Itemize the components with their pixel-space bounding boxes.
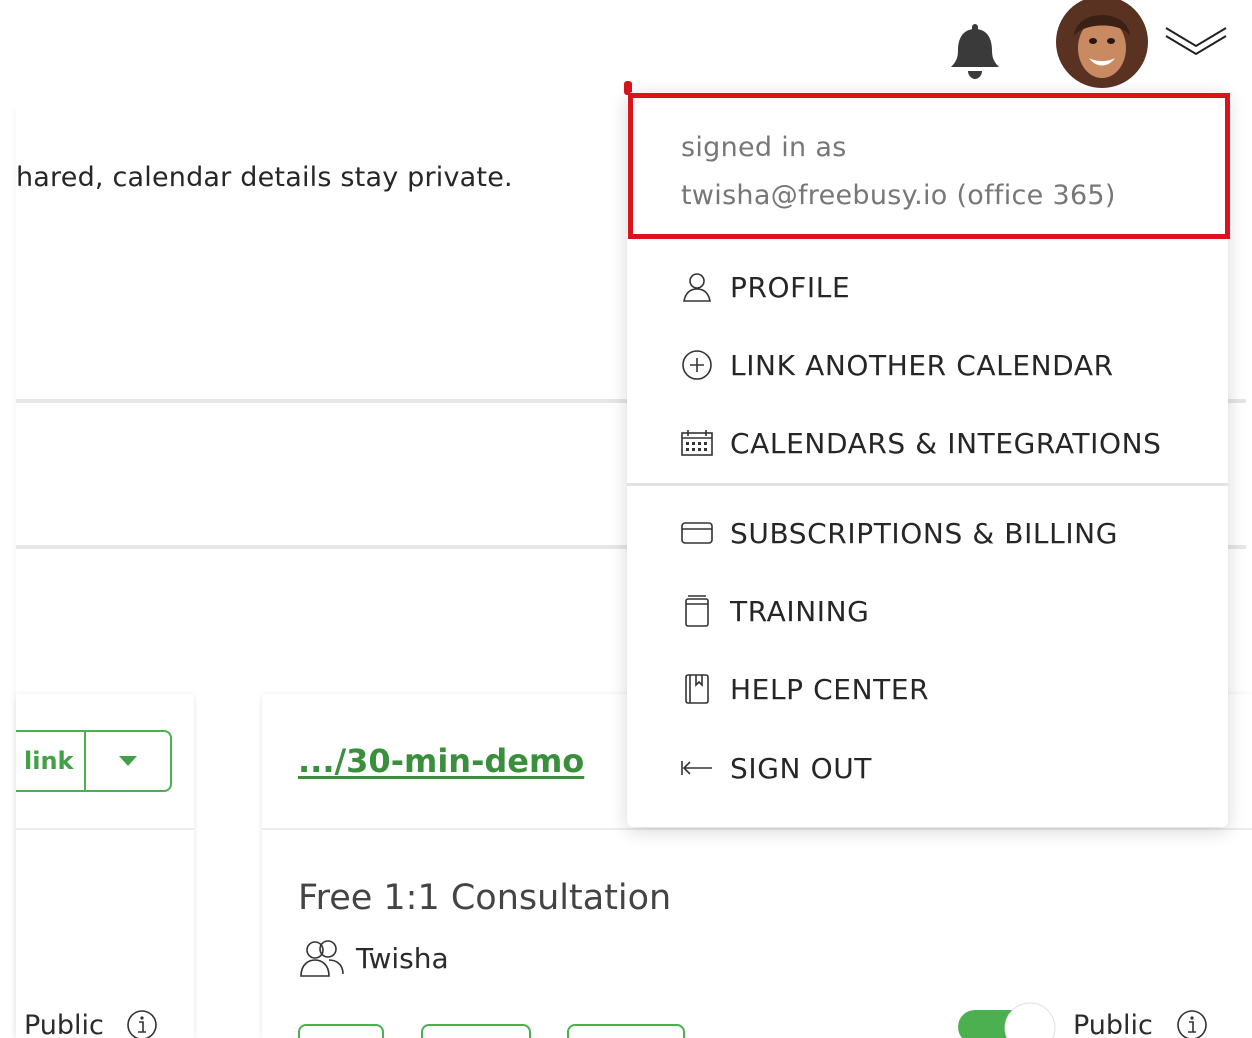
menu-item-help-center[interactable]: HELP CENTER xyxy=(627,659,1228,719)
avatar-face-icon xyxy=(1074,15,1130,78)
menu-item-sign-out[interactable]: SIGN OUT xyxy=(627,738,1228,798)
action-pill-button[interactable] xyxy=(421,1024,531,1038)
caret-down-icon xyxy=(119,756,137,766)
menu-item-subscriptions-billing[interactable]: SUBSCRIPTIONS & BILLING xyxy=(627,503,1228,563)
host-name: Twisha xyxy=(356,941,449,975)
copy-link-button[interactable]: link xyxy=(16,732,86,790)
info-icon[interactable] xyxy=(126,1009,158,1038)
action-pill-button[interactable] xyxy=(567,1024,685,1038)
calendar-icon xyxy=(681,427,713,459)
signed-in-highlight-box xyxy=(628,93,1230,239)
intro-text: hared, calendar details stay private. xyxy=(16,162,513,193)
menu-item-label: SUBSCRIPTIONS & BILLING xyxy=(730,516,1119,550)
action-pill-button[interactable] xyxy=(298,1024,384,1038)
sign-out-arrow-icon xyxy=(681,752,713,784)
card-header-divider xyxy=(262,828,1252,830)
public-toggle[interactable] xyxy=(958,1000,1058,1038)
book-icon xyxy=(681,673,713,705)
user-avatar[interactable] xyxy=(1056,0,1148,88)
menu-divider xyxy=(627,483,1228,486)
menu-item-link-another-calendar[interactable]: LINK ANOTHER CALENDAR xyxy=(627,335,1228,395)
menu-item-label: HELP CENTER xyxy=(730,672,930,706)
bell-icon[interactable] xyxy=(948,22,1002,80)
menu-item-label: CALENDARS & INTEGRATIONS xyxy=(730,426,1162,460)
menu-item-calendars-integrations[interactable]: CALENDARS & INTEGRATIONS xyxy=(627,413,1228,473)
menu-item-label: PROFILE xyxy=(730,270,851,304)
menu-item-label: TRAINING xyxy=(730,594,870,628)
link-options-dropdown-button[interactable] xyxy=(86,732,170,790)
people-icon xyxy=(300,940,344,977)
notebook-icon xyxy=(681,595,713,627)
public-label: Public xyxy=(1073,1010,1153,1038)
public-label: Public xyxy=(24,1010,104,1038)
event-title: Free 1:1 Consultation xyxy=(298,878,672,918)
menu-item-training[interactable]: TRAINING xyxy=(627,581,1228,641)
host-row: Twisha xyxy=(298,938,449,978)
copy-link-split-button: link xyxy=(16,730,172,792)
event-link[interactable]: .../30-min-demo xyxy=(298,742,584,780)
card-header-divider xyxy=(16,828,194,830)
person-icon xyxy=(681,271,713,303)
credit-card-icon xyxy=(681,517,713,549)
menu-item-label: LINK ANOTHER CALENDAR xyxy=(730,348,1114,382)
menu-item-profile[interactable]: PROFILE xyxy=(627,257,1228,317)
info-icon[interactable] xyxy=(1176,1009,1208,1038)
double-chevron-down-icon[interactable] xyxy=(1164,22,1228,58)
plus-circle-icon xyxy=(681,349,713,381)
menu-item-label: SIGN OUT xyxy=(730,751,873,785)
